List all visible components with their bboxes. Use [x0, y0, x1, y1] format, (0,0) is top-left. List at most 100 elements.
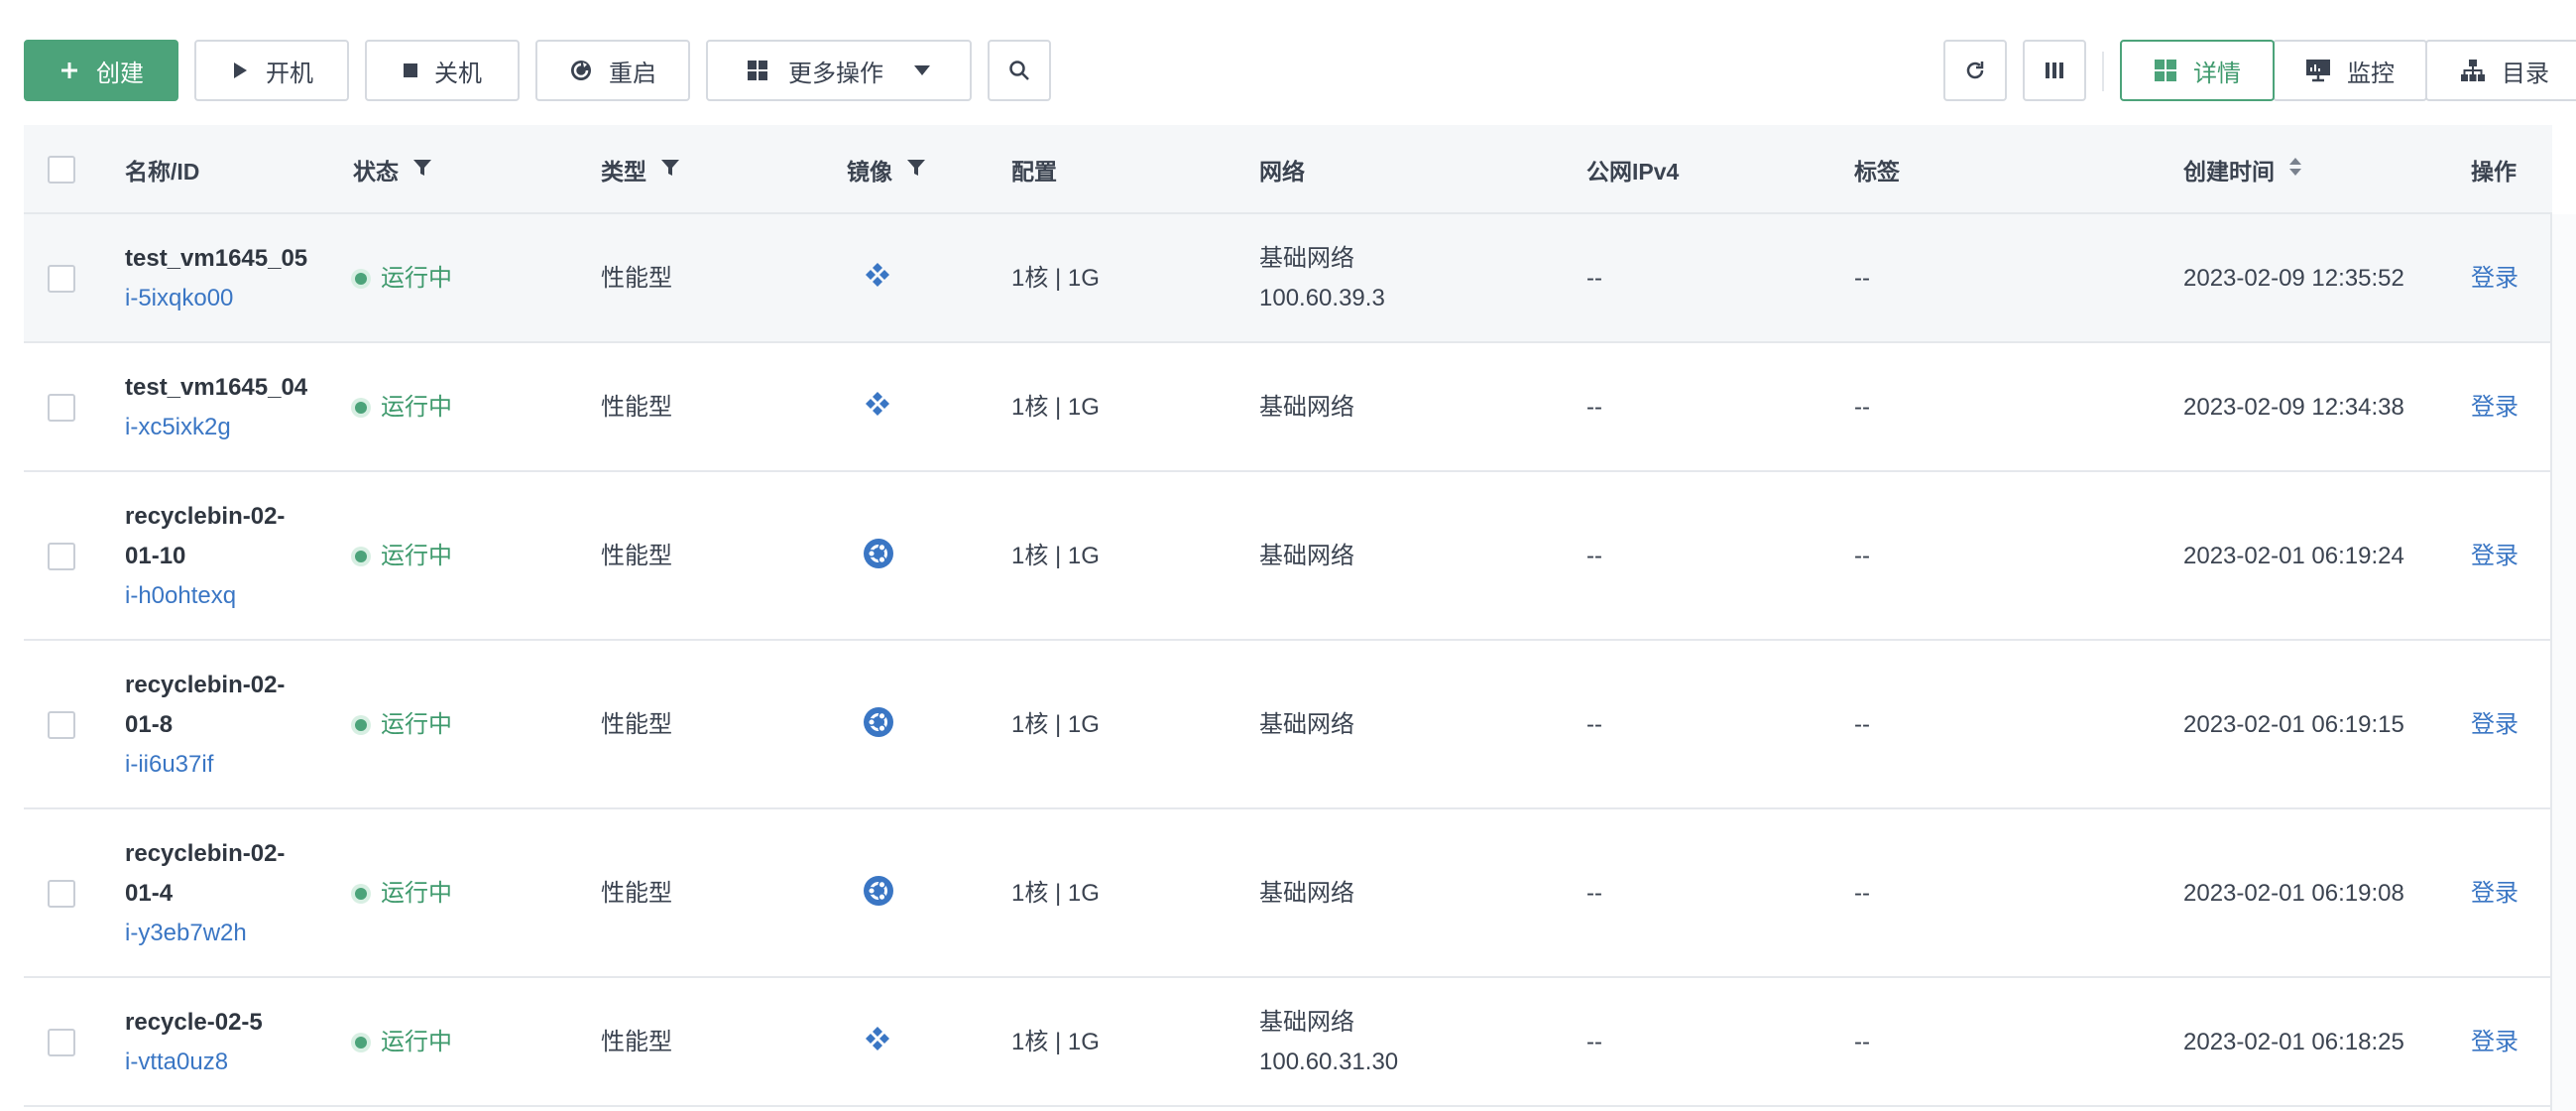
start-button[interactable]: 开机 [194, 40, 349, 101]
type-text: 性能型 [601, 711, 672, 738]
ipv4-text: -- [1586, 394, 1602, 421]
column-ipv4-label: 公网IPv4 [1586, 159, 1680, 185]
instance-name: recycle-02-5 [125, 1009, 263, 1036]
login-link[interactable]: 登录 [2471, 388, 2518, 428]
instance-name: recyclebin-02- [125, 503, 286, 530]
row-checkbox[interactable] [48, 394, 75, 422]
login-link[interactable]: 登录 [2471, 1023, 2518, 1062]
config-text: 1核 | 1G [1011, 1029, 1100, 1055]
config-cell: 1核 | 1G [1011, 214, 1100, 343]
network-name: 基础网络 [1259, 394, 1354, 421]
created-cell: 2023-02-01 06:19:24 [2183, 472, 2404, 641]
created-cell: 2023-02-09 12:34:38 [2183, 343, 2404, 472]
row-checkbox[interactable] [48, 543, 75, 570]
row-select-cell [48, 809, 75, 978]
type-text: 性能型 [601, 543, 672, 569]
table-row[interactable]: recyclebin-02- 01-4 i-y3eb7w2h 运行中 性能型 1核 | 1… [24, 809, 2552, 978]
search-button[interactable] [988, 40, 1051, 101]
status-text: 运行中 [381, 1029, 452, 1055]
diamond-image-icon [863, 390, 892, 420]
instance-id-link[interactable]: i-y3eb7w2h [125, 914, 285, 953]
stop-button[interactable]: 关机 [365, 40, 520, 101]
filter-icon[interactable] [660, 157, 680, 184]
row-checkbox[interactable] [48, 265, 75, 293]
start-label: 开机 [266, 60, 313, 87]
instance-id-link[interactable]: i-h0ohtexq [125, 576, 285, 616]
view-catalog-label: 目录 [2502, 60, 2549, 87]
view-monitor-button[interactable]: 监控 [2273, 40, 2427, 101]
actions-cell: 登录 [2471, 472, 2518, 641]
status-text: 运行中 [381, 543, 452, 569]
more-actions-dropdown[interactable]: 更多操作 [706, 40, 972, 101]
name-id-cell: recycle-02-5 i-vtta0uz8 [125, 978, 263, 1107]
instance-name-cont: 01-8 [125, 711, 174, 738]
created-time: 2023-02-09 12:35:52 [2183, 265, 2404, 292]
tags-text: -- [1854, 1029, 1870, 1055]
login-link[interactable]: 登录 [2471, 537, 2518, 576]
tags-cell: -- [1854, 214, 1870, 343]
table-row[interactable]: test_vm1645_04 i-xc5ixk2g 运行中 性能型 1核 | 1G 基础网… [24, 343, 2552, 472]
columns-button[interactable] [2023, 40, 2086, 101]
row-checkbox[interactable] [48, 1029, 75, 1056]
login-link[interactable]: 登录 [2471, 874, 2518, 914]
row-select-cell [48, 472, 75, 641]
restart-icon [569, 59, 593, 82]
running-status-dot [355, 719, 367, 731]
config-text: 1核 | 1G [1011, 543, 1100, 569]
select-all-cell [48, 125, 75, 214]
ipv4-cell: -- [1586, 641, 1602, 809]
instance-id-link[interactable]: i-5ixqko00 [125, 279, 307, 318]
create-button[interactable]: 创建 [24, 40, 178, 101]
image-cell [863, 214, 892, 343]
ipv4-text: -- [1586, 265, 1602, 292]
view-detail-label: 详情 [2193, 60, 2241, 87]
sort-icon[interactable] [2288, 156, 2302, 184]
network-name: 基础网络 [1259, 543, 1354, 569]
name-id-cell: test_vm1645_05 i-5ixqko00 [125, 214, 307, 343]
restart-button[interactable]: 重启 [535, 40, 690, 101]
tags-cell: -- [1854, 343, 1870, 472]
table-row[interactable]: recyclebin-02- 01-8 i-ii6u37if 运行中 性能型 1核 | 1… [24, 641, 2552, 809]
filter-icon[interactable] [906, 157, 926, 184]
table-row[interactable]: test_vm1645_05 i-5ixqko00 运行中 性能型 1核 | 1G 基础网… [24, 214, 2552, 343]
running-status-dot [355, 1037, 367, 1049]
refresh-button[interactable] [1943, 40, 2007, 101]
table-row[interactable]: recycle-02-5 i-vtta0uz8 运行中 性能型 1核 | 1G 基础网络 1… [24, 978, 2552, 1107]
instance-id-link[interactable]: i-ii6u37if [125, 745, 285, 785]
instance-name: test_vm1645_05 [125, 245, 308, 272]
created-time: 2023-02-01 06:19:08 [2183, 880, 2404, 907]
view-detail-button[interactable]: 详情 [2120, 40, 2275, 101]
row-checkbox[interactable] [48, 880, 75, 908]
ubuntu-image-icon [863, 875, 894, 907]
column-actions: 操作 [2471, 125, 2517, 214]
type-text: 性能型 [601, 394, 672, 421]
login-link[interactable]: 登录 [2471, 705, 2518, 745]
search-icon [1008, 60, 1030, 81]
instance-id-link[interactable]: i-xc5ixk2g [125, 408, 307, 447]
table-scrollbar[interactable] [2550, 214, 2576, 1111]
column-network-label: 网络 [1259, 159, 1305, 185]
row-checkbox[interactable] [48, 711, 75, 739]
view-catalog-button[interactable]: 目录 [2425, 40, 2576, 101]
network-ip: 100.60.39.3 [1259, 285, 1385, 311]
login-link[interactable]: 登录 [2471, 259, 2518, 299]
ipv4-cell: -- [1586, 472, 1602, 641]
stop-label: 关机 [434, 60, 482, 87]
ubuntu-image-icon [863, 538, 894, 569]
column-name-id: 名称/ID [125, 125, 199, 214]
actions-cell: 登录 [2471, 641, 2518, 809]
instance-id-link[interactable]: i-vtta0uz8 [125, 1043, 263, 1082]
status-cell: 运行中 [355, 809, 452, 978]
filter-icon[interactable] [412, 157, 432, 184]
config-cell: 1核 | 1G [1011, 978, 1100, 1107]
network-name: 基础网络 [1259, 1009, 1354, 1036]
select-all-checkbox[interactable] [48, 156, 75, 184]
type-cell: 性能型 [601, 978, 672, 1107]
table-row[interactable]: recyclebin-02- 01-10 i-h0ohtexq 运行中 性能型 1核 | … [24, 472, 2552, 641]
toolbar-divider [2102, 52, 2104, 91]
column-image: 镜像 [847, 125, 926, 214]
ubuntu-image-icon [863, 706, 894, 738]
instance-name: recyclebin-02- [125, 840, 286, 867]
tags-cell: -- [1854, 978, 1870, 1107]
network-cell: 基础网络 [1259, 472, 1354, 641]
